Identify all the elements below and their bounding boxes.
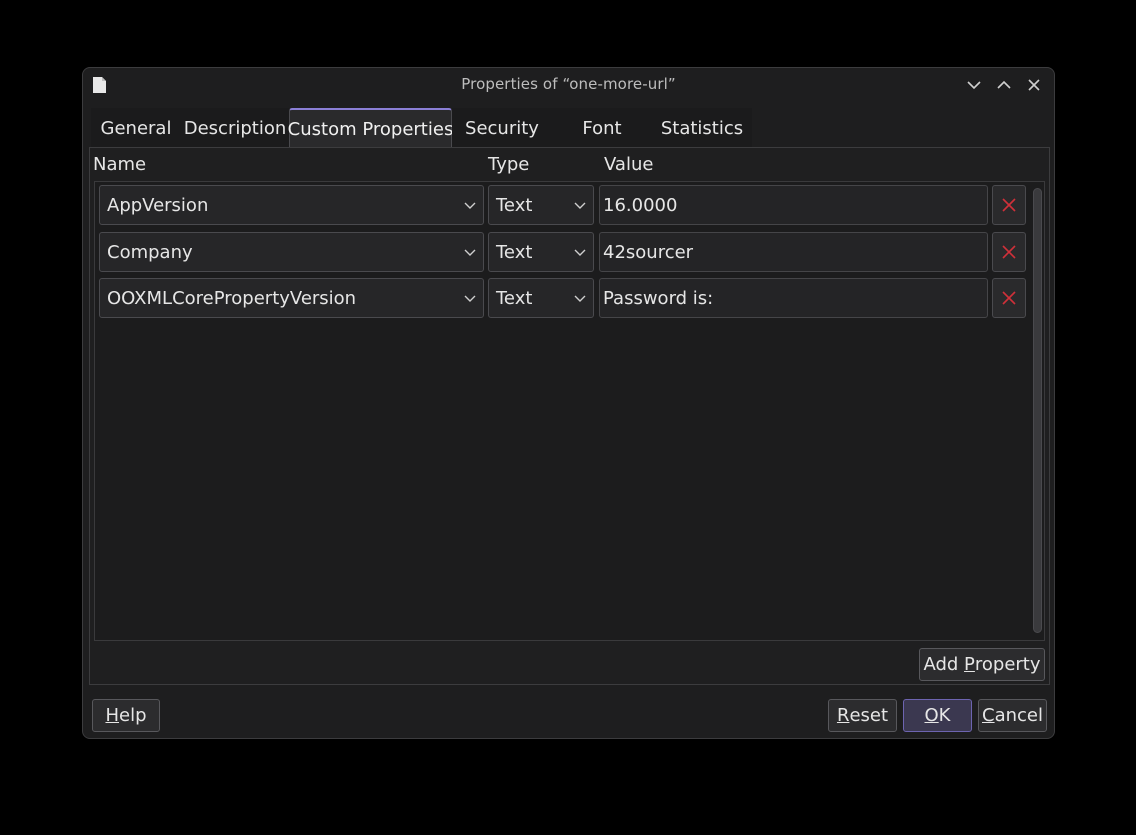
property-row: OOXMLCorePropertyVersion Text Password i… [99,278,1039,318]
close-button[interactable] [1020,74,1048,96]
tab-font[interactable]: Font [552,108,652,148]
reset-button[interactable]: Reset [828,699,897,732]
column-header-name: Name [93,154,147,175]
property-type-combo[interactable]: Text [488,278,594,318]
delete-x-icon [1002,291,1016,305]
maximize-button[interactable] [990,74,1018,96]
ok-label-post: K [938,705,951,726]
tab-custom-properties[interactable]: Custom Properties [288,108,453,148]
custom-properties-panel: Name Type Value AppVersion Text 16.0000 [89,147,1050,685]
property-type: Text [496,194,533,216]
property-row: Company Text 42sourcer [99,232,1039,272]
cancel-label-post: ancel [994,705,1043,726]
properties-dialog: Properties of “one-more-url” General Des… [82,67,1055,739]
remove-property-button[interactable] [992,278,1026,318]
add-property-mnemonic: P [964,654,975,675]
tab-security[interactable]: Security [452,108,552,148]
property-type-combo[interactable]: Text [488,185,594,225]
column-header-type: Type [488,154,530,175]
property-type: Text [496,287,533,309]
property-type-combo[interactable]: Text [488,232,594,272]
remove-property-button[interactable] [992,185,1026,225]
add-property-label-pre: Add [923,654,965,675]
ok-mnemonic: O [924,705,939,726]
chevron-down-icon [574,249,586,256]
property-value-field[interactable]: 42sourcer [599,232,988,272]
chevron-down-icon [574,295,586,302]
cancel-button[interactable]: Cancel [978,699,1047,732]
cancel-mnemonic: C [982,705,995,726]
property-name: OOXMLCorePropertyVersion [107,287,357,309]
chevron-down-icon [464,202,476,209]
delete-x-icon [1002,198,1016,212]
add-property-button[interactable]: Add Property [919,648,1045,681]
property-name-combo[interactable]: AppVersion [99,185,484,225]
window-title: Properties of “one-more-url” [461,75,676,93]
tab-bar: General Description Custom Properties Se… [91,108,752,148]
ok-button[interactable]: OK [903,699,972,732]
tab-statistics[interactable]: Statistics [652,108,752,148]
vertical-scrollbar[interactable] [1033,188,1042,633]
property-name: AppVersion [107,194,209,216]
minimize-button[interactable] [960,74,988,96]
remove-property-button[interactable] [992,232,1026,272]
close-icon [1028,79,1040,91]
property-type: Text [496,241,533,263]
properties-list: AppVersion Text 16.0000 Company Text 42s… [94,181,1045,641]
property-value-field[interactable]: Password is: [599,278,988,318]
delete-x-icon [1002,245,1016,259]
chevron-down-icon [574,202,586,209]
title-bar: Properties of “one-more-url” [83,68,1054,102]
tab-description[interactable]: Description [181,108,289,148]
help-mnemonic: H [105,705,120,726]
chevron-down-icon [464,295,476,302]
property-name: Company [107,241,193,263]
tab-general[interactable]: General [91,108,181,148]
chevron-down-icon [464,249,476,256]
property-name-combo[interactable]: Company [99,232,484,272]
help-button[interactable]: Help [92,699,160,732]
reset-label-post: eset [849,705,889,726]
column-header-value: Value [604,154,654,175]
property-value-field[interactable]: 16.0000 [599,185,988,225]
property-row: AppVersion Text 16.0000 [99,185,1039,225]
add-property-label-post: roperty [974,654,1041,675]
help-label-post: elp [119,705,147,726]
chevron-down-icon [967,81,981,90]
reset-mnemonic: R [836,705,850,726]
property-name-combo[interactable]: OOXMLCorePropertyVersion [99,278,484,318]
chevron-up-icon [997,80,1011,89]
